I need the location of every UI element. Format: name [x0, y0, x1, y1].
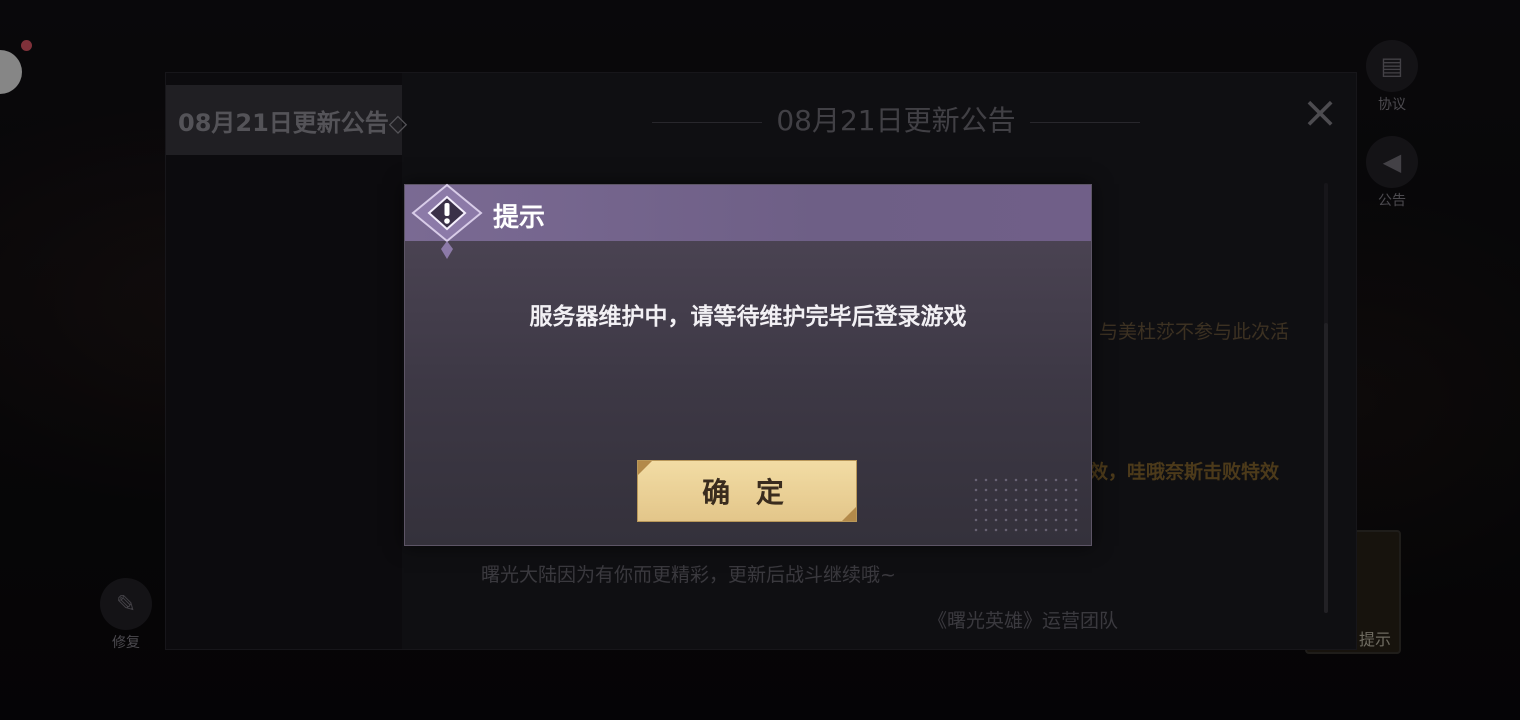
dialog-message: 服务器维护中，请等待维护完毕后登录游戏: [529, 304, 967, 330]
maintenance-dialog: 提示 服务器维护中，请等待维护完毕后登录游戏 确 定: [404, 183, 1092, 546]
warning-icon: [411, 183, 483, 259]
confirm-button[interactable]: 确 定: [637, 460, 857, 522]
dialog-title: 提示: [493, 203, 546, 233]
decorative-dots: [971, 475, 1081, 535]
